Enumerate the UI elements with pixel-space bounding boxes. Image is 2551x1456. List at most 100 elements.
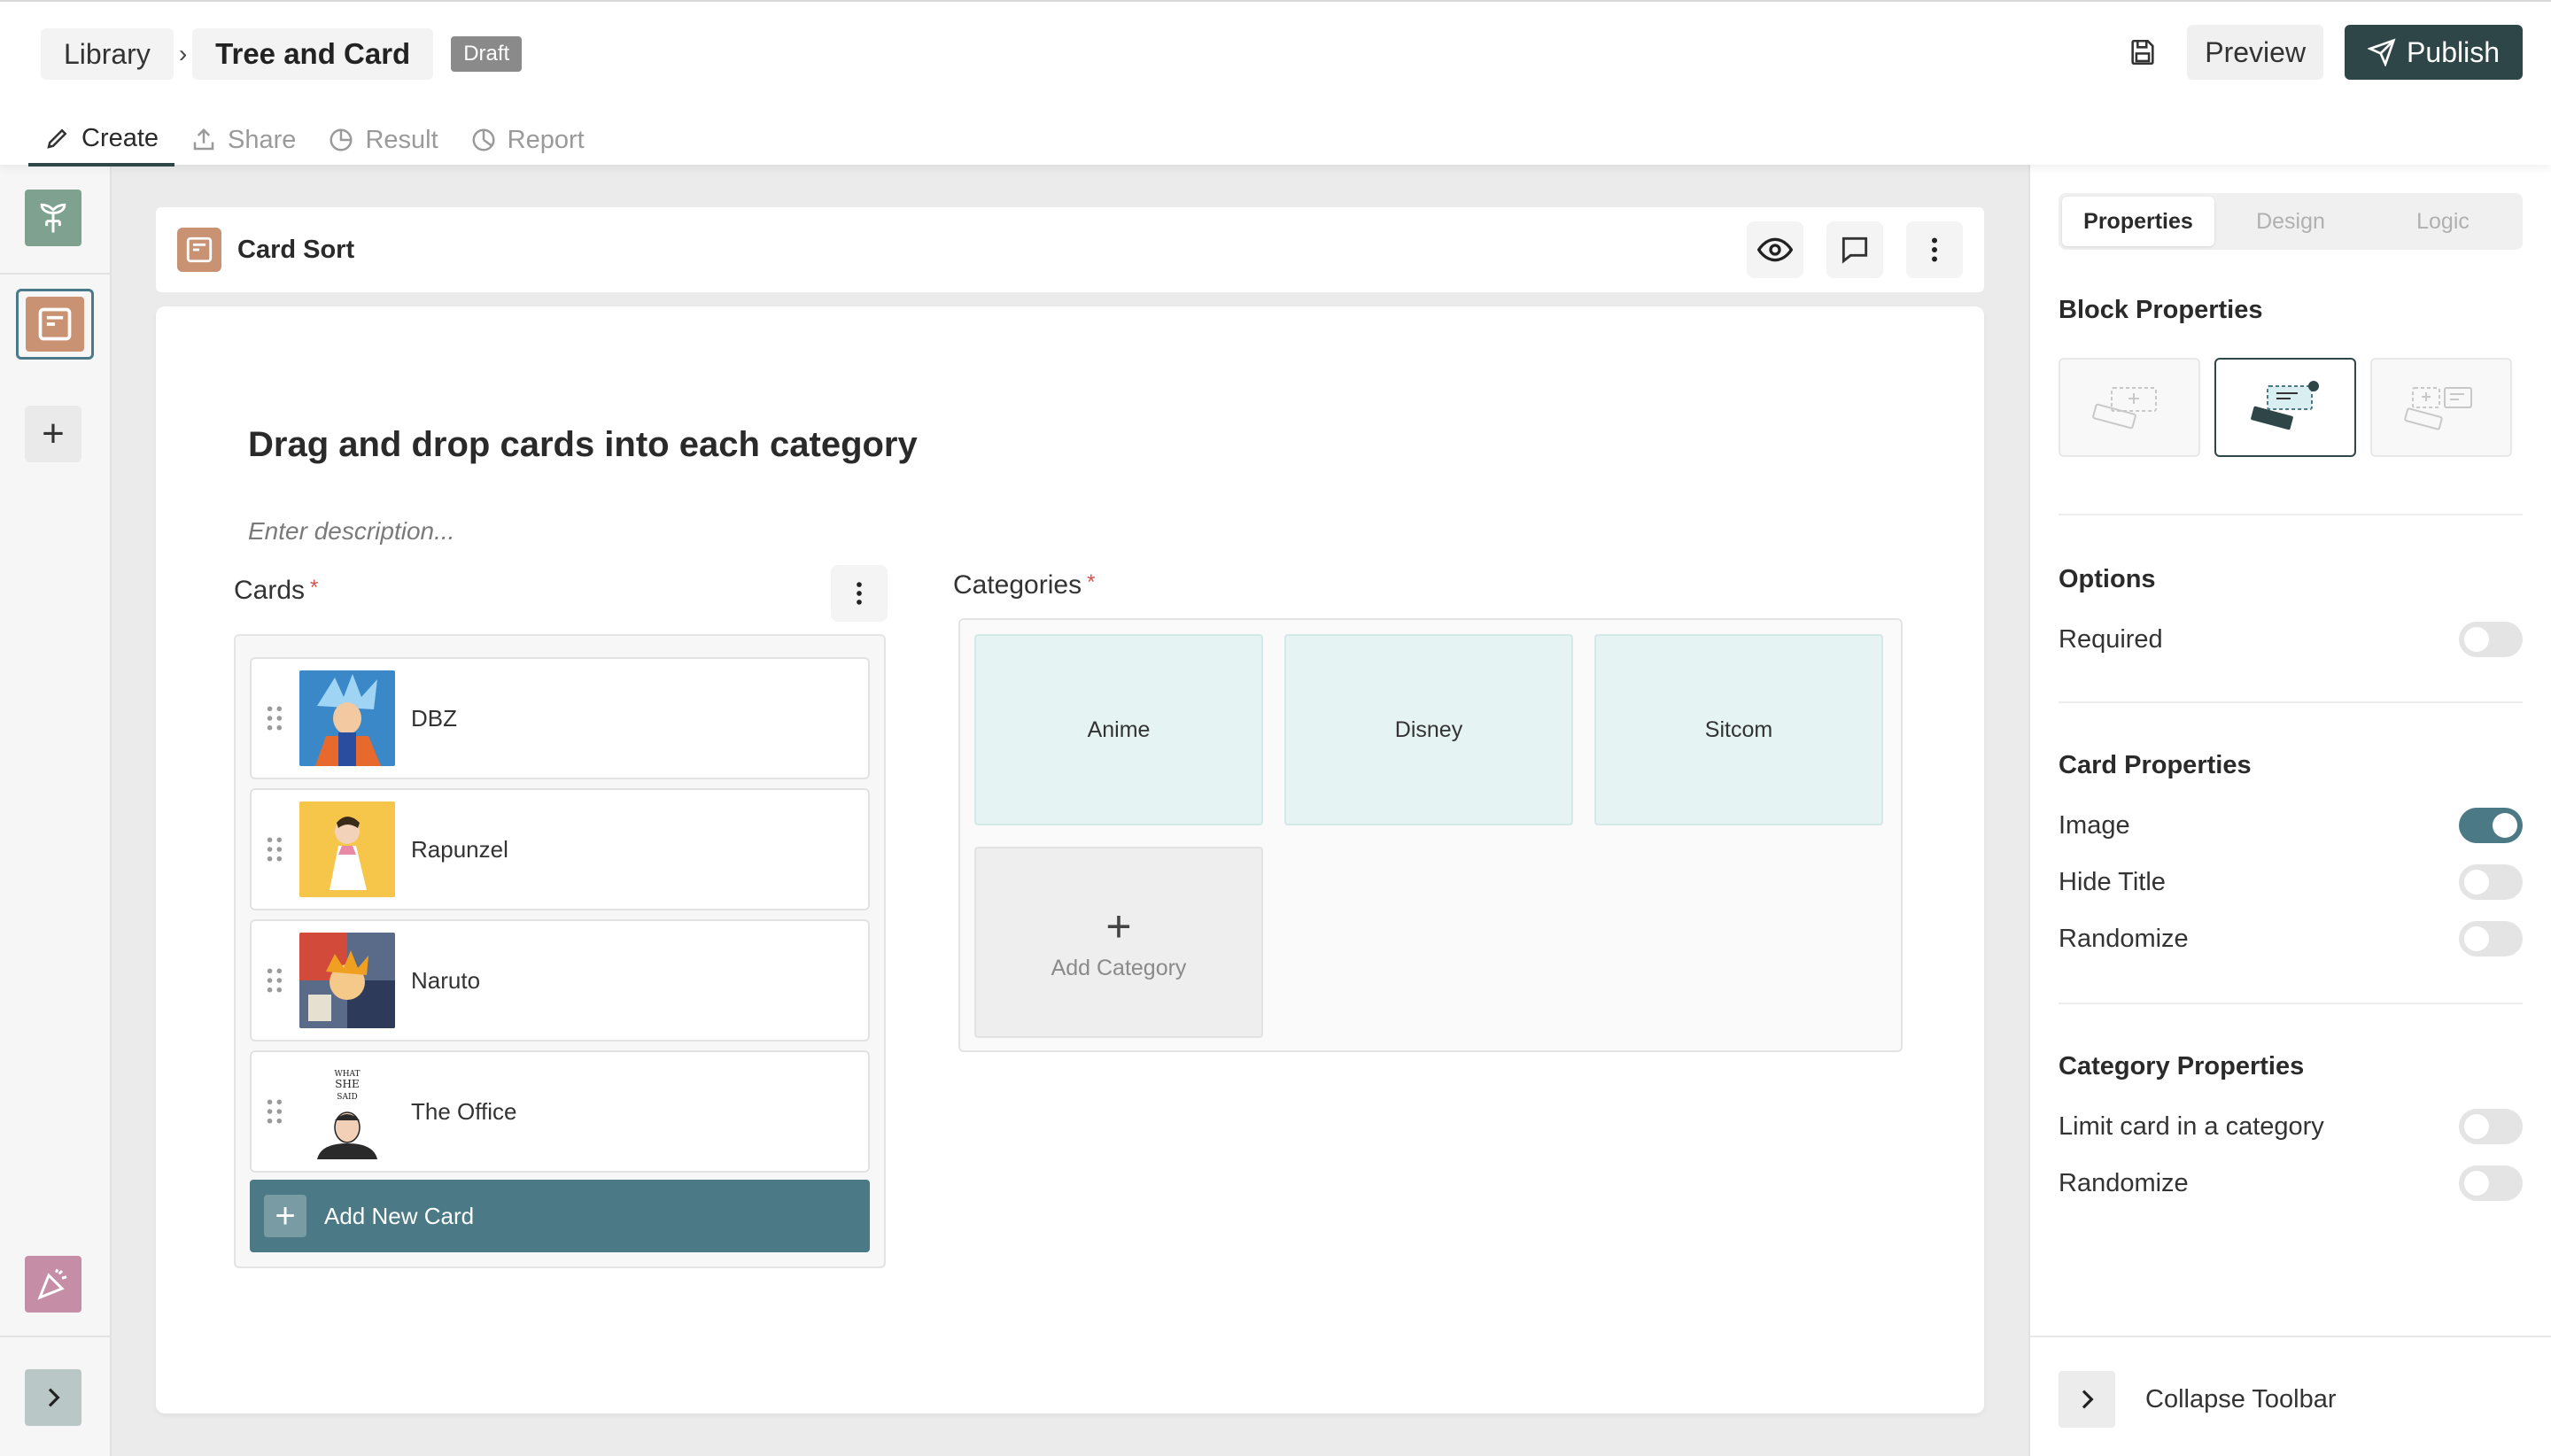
section-divider bbox=[2059, 701, 2523, 703]
breadcrumb: Library › Tree and Card Draft bbox=[41, 28, 523, 80]
description-input[interactable]: Enter description... bbox=[248, 517, 454, 546]
add-category-label: Add Category bbox=[1051, 955, 1187, 980]
layout-options bbox=[2059, 358, 2512, 457]
cards-label-text: Cards bbox=[234, 576, 306, 605]
card-item[interactable]: Rapunzel bbox=[250, 788, 870, 910]
tab-logic[interactable]: Logic bbox=[2367, 197, 2519, 246]
send-icon bbox=[2368, 38, 2396, 66]
tab-share[interactable]: Share bbox=[174, 113, 312, 167]
category-tile[interactable]: Disney bbox=[1284, 634, 1573, 825]
share-icon bbox=[193, 128, 214, 151]
more-vertical-icon bbox=[1932, 237, 1937, 262]
save-icon bbox=[2131, 39, 2154, 66]
publish-label: Publish bbox=[2407, 35, 2500, 68]
randomize-categories-toggle[interactable] bbox=[2459, 1166, 2523, 1201]
sidebar-tabs: Properties Design Logic bbox=[2059, 193, 2523, 250]
thank-you-block-button[interactable] bbox=[25, 1256, 81, 1313]
chevron-right-icon bbox=[2082, 1390, 2094, 1409]
randomize-cards-row: Randomize bbox=[2059, 921, 2523, 956]
category-tile[interactable]: Anime bbox=[974, 634, 1263, 825]
plus-icon: + bbox=[1105, 901, 1132, 951]
card-item[interactable]: Naruto bbox=[250, 919, 870, 1042]
layout-open-sort-option[interactable] bbox=[2059, 358, 2200, 457]
breadcrumb-separator: › bbox=[178, 40, 188, 67]
card-sort-block-button[interactable] bbox=[16, 289, 94, 360]
tab-report[interactable]: Report bbox=[454, 113, 601, 167]
card-sort-icon bbox=[177, 228, 221, 272]
tab-properties[interactable]: Properties bbox=[2062, 197, 2214, 246]
save-button[interactable] bbox=[2120, 29, 2166, 75]
collapse-toolbar: Collapse Toolbar bbox=[2059, 1371, 2337, 1428]
layout-closed-sort-option[interactable] bbox=[2214, 358, 2356, 457]
block-actions bbox=[1747, 221, 1963, 278]
limit-card-row: Limit card in a category bbox=[2059, 1109, 2523, 1144]
block-properties-heading: Block Properties bbox=[2059, 296, 2263, 324]
tab-result[interactable]: Result bbox=[312, 113, 454, 167]
drag-handle-icon[interactable] bbox=[252, 1098, 299, 1125]
question-title[interactable]: Drag and drop cards into each category bbox=[248, 425, 918, 465]
tab-label: Create bbox=[81, 123, 159, 152]
drag-handle-icon[interactable] bbox=[252, 836, 299, 863]
card-image bbox=[299, 670, 395, 766]
hide-title-label: Hide Title bbox=[2059, 867, 2166, 896]
expand-rail-button[interactable] bbox=[25, 1369, 81, 1426]
block-menu-button[interactable] bbox=[1906, 221, 1963, 278]
drag-handle-icon[interactable] bbox=[252, 967, 299, 994]
hide-title-toggle[interactable] bbox=[2459, 864, 2523, 900]
hide-title-row: Hide Title bbox=[2059, 864, 2523, 900]
top-bar: Library › Tree and Card Draft Preview Pu… bbox=[0, 0, 2551, 167]
block-title: Card Sort bbox=[237, 235, 355, 264]
more-vertical-icon bbox=[857, 582, 862, 605]
pie-chart-icon bbox=[330, 128, 353, 151]
properties-sidebar: Properties Design Logic Block Properties… bbox=[2028, 165, 2551, 1456]
publish-button[interactable]: Publish bbox=[2345, 25, 2523, 80]
limit-card-toggle[interactable] bbox=[2459, 1109, 2523, 1144]
randomize-cards-label: Randomize bbox=[2059, 924, 2189, 953]
required-toggle[interactable] bbox=[2459, 622, 2523, 657]
office-thumb-line: SAID bbox=[337, 1093, 357, 1102]
collapse-toolbar-button[interactable] bbox=[2059, 1371, 2115, 1428]
required-marker: * bbox=[310, 576, 319, 600]
page-title[interactable]: Tree and Card bbox=[192, 28, 434, 80]
add-new-card-button[interactable]: + Add New Card bbox=[250, 1180, 870, 1252]
left-rail: + bbox=[0, 165, 112, 1456]
card-image: WHAT SHE SAID bbox=[299, 1064, 395, 1159]
block-header: Card Sort bbox=[156, 207, 1984, 292]
cards-list: DBZ Rapunzel Naruto WHAT SHE SAID The Of… bbox=[234, 634, 886, 1268]
drag-handle-icon[interactable] bbox=[252, 705, 299, 732]
open-sort-layout-icon bbox=[2092, 387, 2157, 430]
card-item[interactable]: WHAT SHE SAID The Office bbox=[250, 1050, 870, 1173]
categories-label-text: Categories bbox=[953, 570, 1082, 600]
add-block-button[interactable]: + bbox=[25, 406, 81, 462]
card-item[interactable]: DBZ bbox=[250, 657, 870, 779]
plus-icon: + bbox=[264, 1195, 306, 1237]
card-name[interactable]: Rapunzel bbox=[411, 836, 508, 864]
tab-label: Share bbox=[228, 125, 297, 154]
options-heading: Options bbox=[2059, 565, 2156, 593]
preview-button[interactable]: Preview bbox=[2187, 25, 2324, 80]
tab-design[interactable]: Design bbox=[2214, 197, 2367, 246]
layout-hybrid-sort-option[interactable] bbox=[2370, 358, 2512, 457]
card-name[interactable]: The Office bbox=[411, 1098, 516, 1126]
add-category-button[interactable]: + Add Category bbox=[974, 847, 1263, 1038]
breadcrumb-library-link[interactable]: Library bbox=[41, 28, 174, 80]
section-divider bbox=[2059, 514, 2523, 515]
add-card-label: Add New Card bbox=[324, 1202, 475, 1229]
cards-label: Cards * bbox=[234, 576, 318, 606]
randomize-cards-toggle[interactable] bbox=[2459, 921, 2523, 956]
closed-sort-layout-icon bbox=[2251, 381, 2319, 430]
comment-button[interactable] bbox=[1826, 221, 1883, 278]
card-sort-icon bbox=[26, 297, 84, 352]
category-tile[interactable]: Sitcom bbox=[1594, 634, 1883, 825]
card-name[interactable]: DBZ bbox=[411, 705, 457, 732]
preview-block-button[interactable] bbox=[1747, 221, 1803, 278]
image-toggle[interactable] bbox=[2459, 808, 2523, 843]
tree-test-block-button[interactable] bbox=[25, 190, 81, 246]
card-properties-heading: Card Properties bbox=[2059, 751, 2252, 779]
card-name[interactable]: Naruto bbox=[411, 967, 480, 995]
collapse-toolbar-label[interactable]: Collapse Toolbar bbox=[2145, 1385, 2337, 1414]
tab-create[interactable]: Create bbox=[28, 113, 175, 167]
eye-icon bbox=[1757, 237, 1793, 262]
cards-menu-button[interactable] bbox=[831, 565, 888, 622]
categories-label: Categories * bbox=[953, 570, 1095, 600]
